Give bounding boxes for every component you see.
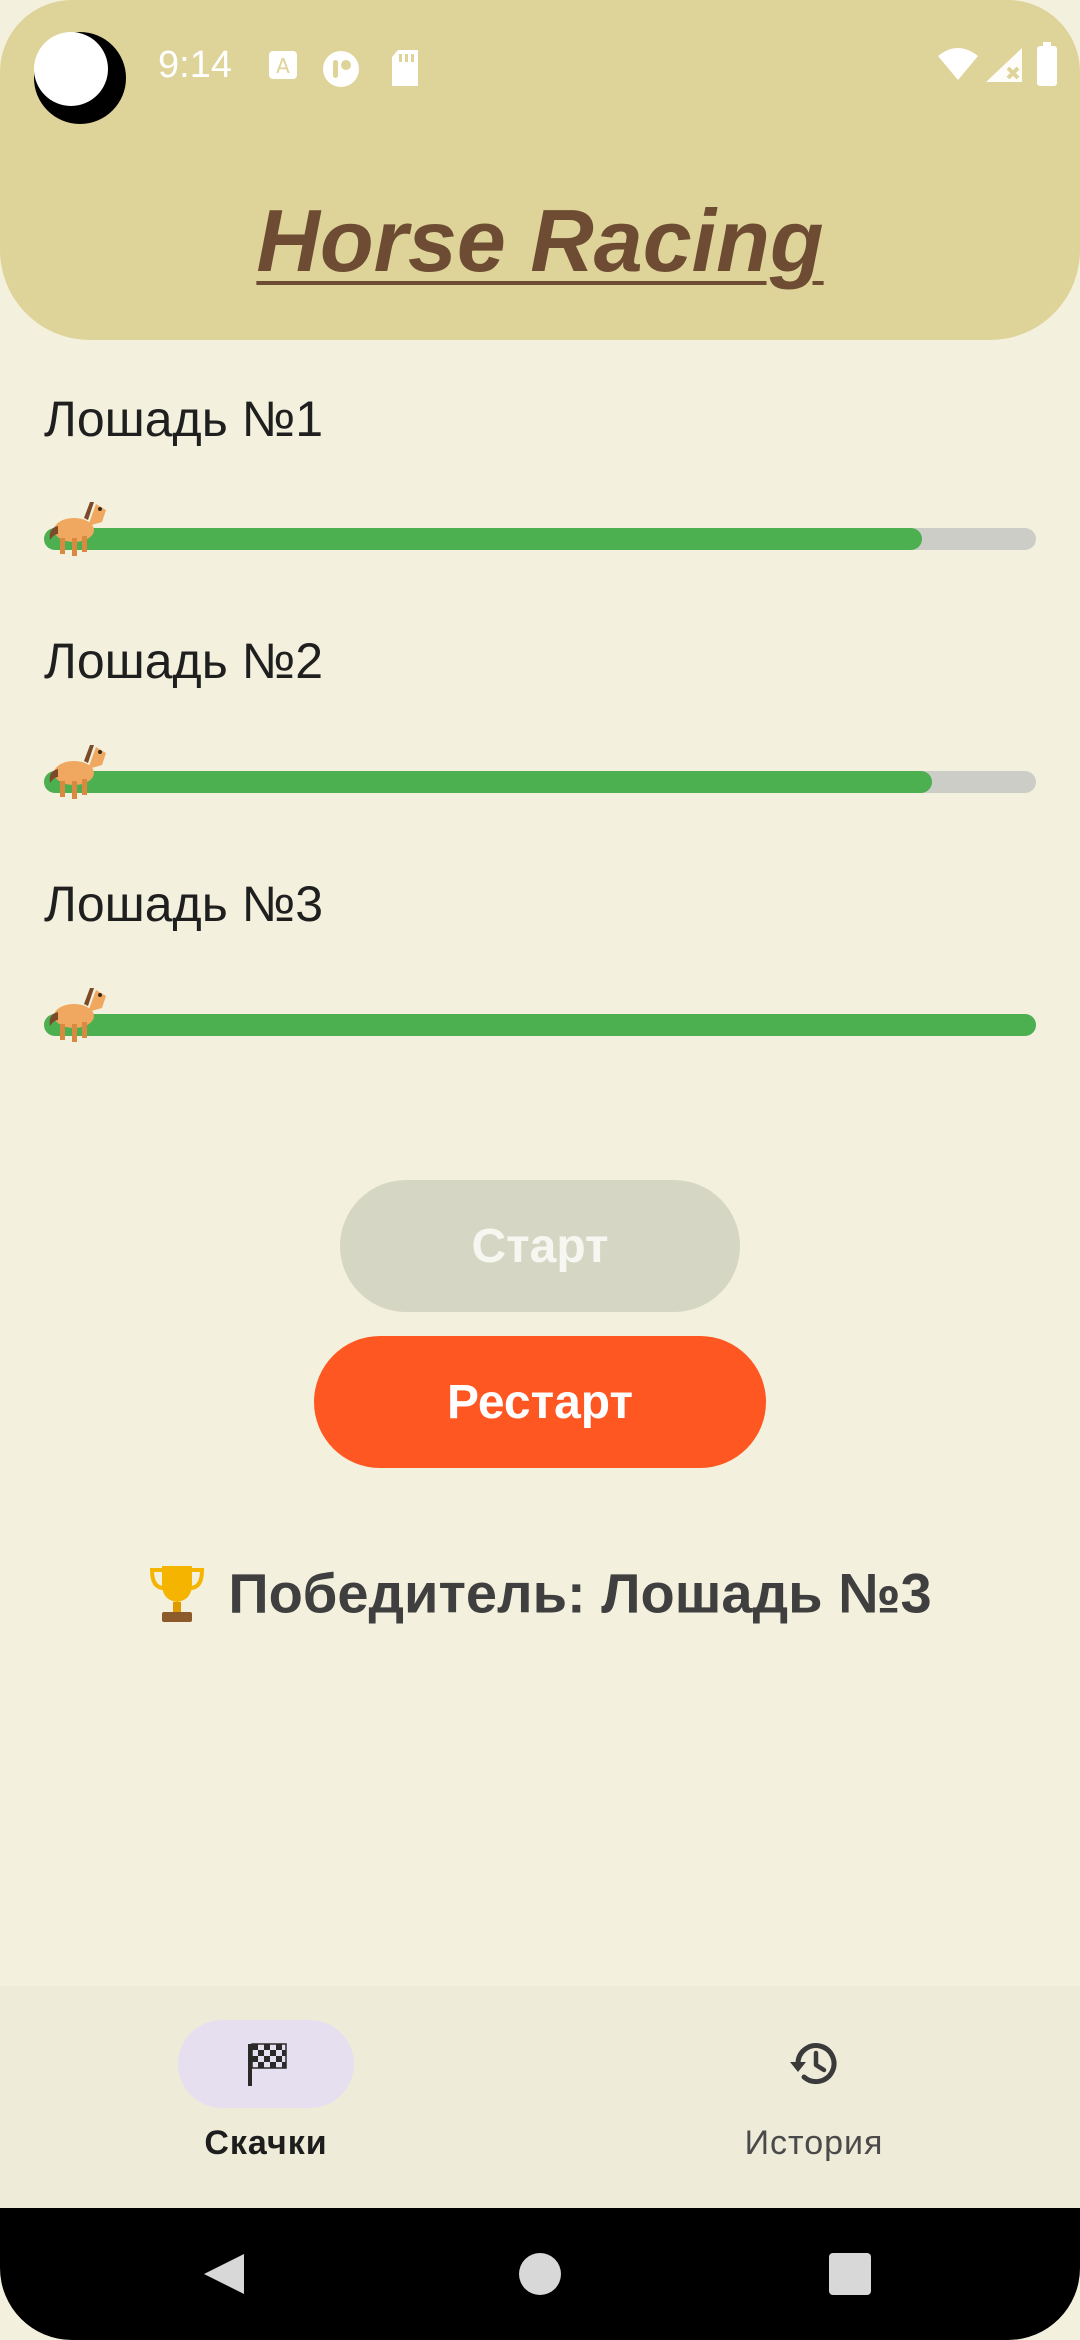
svg-text:A: A xyxy=(276,54,290,78)
history-icon xyxy=(790,2043,837,2085)
horse-2-label: Лошадь №2 xyxy=(44,633,324,689)
recents-icon[interactable] xyxy=(828,2252,872,2296)
horse-icon xyxy=(49,502,106,556)
horse-1-label: Лошадь №1 xyxy=(44,391,324,447)
restart-button[interactable]: Рестарт xyxy=(314,1336,766,1468)
horse-2-progress-fill xyxy=(44,771,932,793)
horse-1-progress-fill xyxy=(44,528,922,550)
app-notification-icon xyxy=(323,51,359,87)
back-icon[interactable] xyxy=(200,2250,248,2298)
system-navigation-bar xyxy=(0,2208,1080,2340)
font-notification-icon: A xyxy=(269,51,297,79)
cellular-signal-icon xyxy=(986,48,1022,82)
horse-1-progress-track xyxy=(44,528,1036,550)
home-icon[interactable] xyxy=(518,2252,562,2296)
app-title: Horse Racing xyxy=(256,191,824,290)
status-bar: 9:14 A xyxy=(0,0,1080,140)
nav-item-races[interactable]: Скачки xyxy=(0,1986,536,2208)
nav-item-history[interactable]: История xyxy=(544,1986,1080,2208)
horse-icon xyxy=(49,745,106,799)
horse-3-progress-fill xyxy=(44,1014,1036,1036)
nav-label-history: История xyxy=(744,2124,884,2162)
start-button[interactable]: Старт xyxy=(340,1180,740,1312)
horse-3-progress-track xyxy=(44,1014,1036,1036)
camera-cutout xyxy=(34,32,126,124)
app-screen: 9:14 A Horse Racing Лошадь №1 Лошадь №2 … xyxy=(0,0,1080,2340)
title-container: Horse Racing xyxy=(0,190,1080,292)
checkered-flag-icon xyxy=(248,2043,287,2086)
header: 9:14 A Horse Racing xyxy=(0,0,1080,340)
status-time: 9:14 xyxy=(158,44,232,86)
horse-2-progress-track xyxy=(44,771,1036,793)
wifi-icon xyxy=(938,48,978,80)
nav-label-races: Скачки xyxy=(204,2124,328,2162)
trophy-icon xyxy=(150,1566,205,1623)
battery-icon xyxy=(1037,42,1057,86)
sd-card-icon xyxy=(392,50,418,86)
horse-3-label: Лошадь №3 xyxy=(44,876,324,932)
bottom-navigation: Скачки История xyxy=(0,1986,1080,2208)
horse-icon xyxy=(49,988,106,1042)
winner-banner: Победитель: Лошадь №3 xyxy=(0,1556,1080,1626)
winner-text: Победитель: Лошадь №3 xyxy=(228,1561,932,1625)
